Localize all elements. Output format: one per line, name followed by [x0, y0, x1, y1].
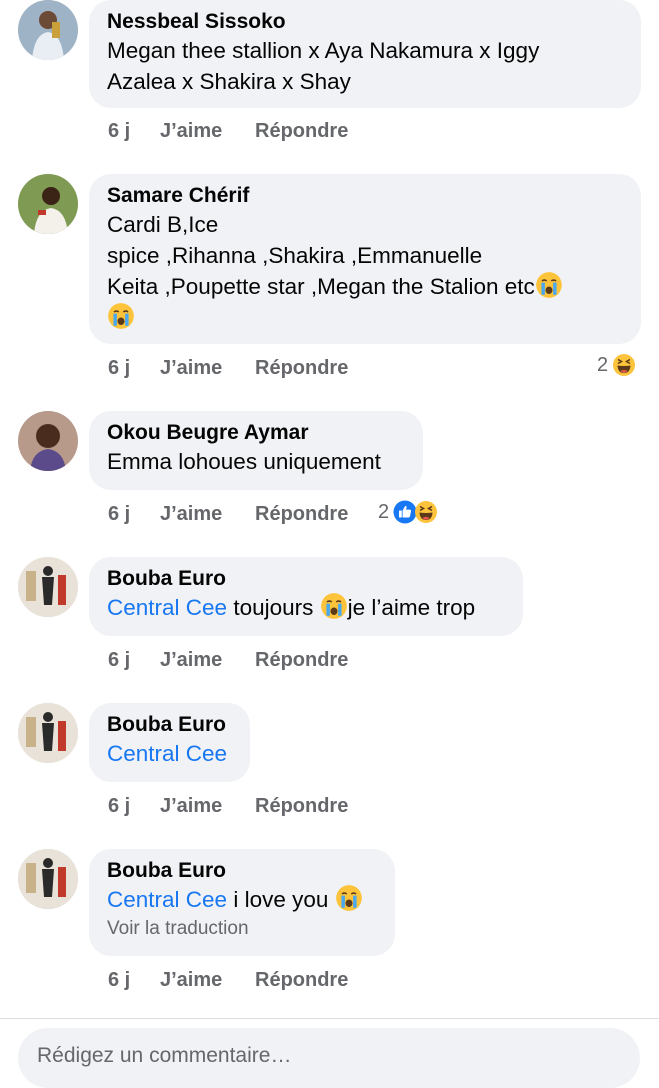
comment-text: Central Cee [107, 738, 232, 769]
mention-link[interactable]: Central Cee [107, 595, 227, 620]
mention-link[interactable]: Central Cee [107, 887, 227, 912]
comment-line: Azalea x Shakira x Shay [107, 69, 351, 94]
comment-line: Megan thee stallion x Aya Nakamura x Igg… [107, 38, 540, 63]
comment-author[interactable]: Bouba Euro [107, 566, 505, 592]
comment-time: 6 j [108, 120, 131, 142]
reply-button[interactable]: Répondre [255, 118, 348, 144]
like-button[interactable]: J’aime [160, 647, 222, 673]
mention-link[interactable]: Central Cee [107, 741, 227, 766]
crying-emoji-icon [335, 884, 363, 912]
haha-icon [612, 353, 636, 377]
comment-bubble: Okou Beugre Aymar Emma lohoues uniquemen… [89, 411, 423, 490]
comment-text: Central Cee toujours je l’aime trop [107, 592, 505, 623]
reply-button[interactable]: Répondre [255, 793, 348, 819]
comment-input[interactable]: Rédigez un commentaire… [18, 1028, 640, 1088]
reply-button[interactable]: Répondre [255, 647, 348, 673]
reaction-count: 2 [597, 353, 609, 376]
comment-time: 6 j [108, 969, 131, 991]
avatar[interactable] [18, 174, 78, 234]
comment-text: Cardi B,Ice spice ,Rihanna ,Shakira ,Emm… [107, 209, 623, 333]
comment-author[interactable]: Samare Chérif [107, 183, 623, 209]
like-button[interactable]: J’aime [160, 793, 222, 819]
comment-line: je l’aime trop [347, 595, 476, 620]
comment-time: 6 j [108, 357, 131, 379]
comment-text: Megan thee stallion x Aya Nakamura x Igg… [107, 35, 623, 97]
composer-divider [0, 1018, 659, 1019]
reaction-summary[interactable]: 2 [597, 352, 636, 378]
avatar[interactable] [18, 703, 78, 763]
avatar[interactable] [18, 557, 78, 617]
comment-line: spice ,Rihanna ,Shakira ,Emmanuelle [107, 243, 483, 268]
comment-author[interactable]: Nessbeal Sissoko [107, 9, 623, 35]
crying-emoji-icon [535, 271, 563, 299]
like-button[interactable]: J’aime [160, 967, 222, 993]
comment-bubble: Nessbeal Sissoko Megan thee stallion x A… [89, 0, 641, 108]
comment-line: Cardi B,Ice [107, 212, 219, 237]
avatar[interactable] [18, 0, 78, 60]
reaction-summary[interactable]: 2 [378, 499, 438, 525]
avatar[interactable] [18, 849, 78, 909]
comment-text: Central Cee i love you [107, 884, 377, 915]
comment-time: 6 j [108, 649, 131, 671]
comment-line: toujours [227, 595, 320, 620]
comment-bubble: Samare Chérif Cardi B,Ice spice ,Rihanna… [89, 174, 641, 344]
avatar[interactable] [18, 411, 78, 471]
crying-emoji-icon [320, 592, 348, 620]
comment-bubble: Bouba Euro Central Cee i love you Voir l… [89, 849, 395, 956]
haha-icon [414, 500, 438, 524]
reaction-count: 2 [378, 500, 390, 523]
reply-button[interactable]: Répondre [255, 355, 348, 381]
comment-line: i love you [227, 887, 335, 912]
comment-line: Emma lohoues uniquement [107, 449, 381, 474]
comment-author[interactable]: Okou Beugre Aymar [107, 420, 405, 446]
crying-emoji-icon [107, 302, 135, 330]
comment-bubble: Bouba Euro Central Cee [89, 703, 250, 782]
like-button[interactable]: J’aime [160, 118, 222, 144]
comment-author[interactable]: Bouba Euro [107, 858, 377, 884]
comment-text: Emma lohoues uniquement [107, 446, 405, 477]
reply-button[interactable]: Répondre [255, 501, 348, 527]
reply-button[interactable]: Répondre [255, 967, 348, 993]
like-button[interactable]: J’aime [160, 355, 222, 381]
comment-time: 6 j [108, 503, 131, 525]
see-translation-link[interactable]: Voir la traduction [107, 917, 377, 941]
comment-time: 6 j [108, 795, 131, 817]
comment-bubble: Bouba Euro Central Cee toujours je l’aim… [89, 557, 523, 636]
comment-author[interactable]: Bouba Euro [107, 712, 232, 738]
like-button[interactable]: J’aime [160, 501, 222, 527]
comment-line: Keita ,Poupette star ,Megan the Stalion … [107, 274, 535, 299]
